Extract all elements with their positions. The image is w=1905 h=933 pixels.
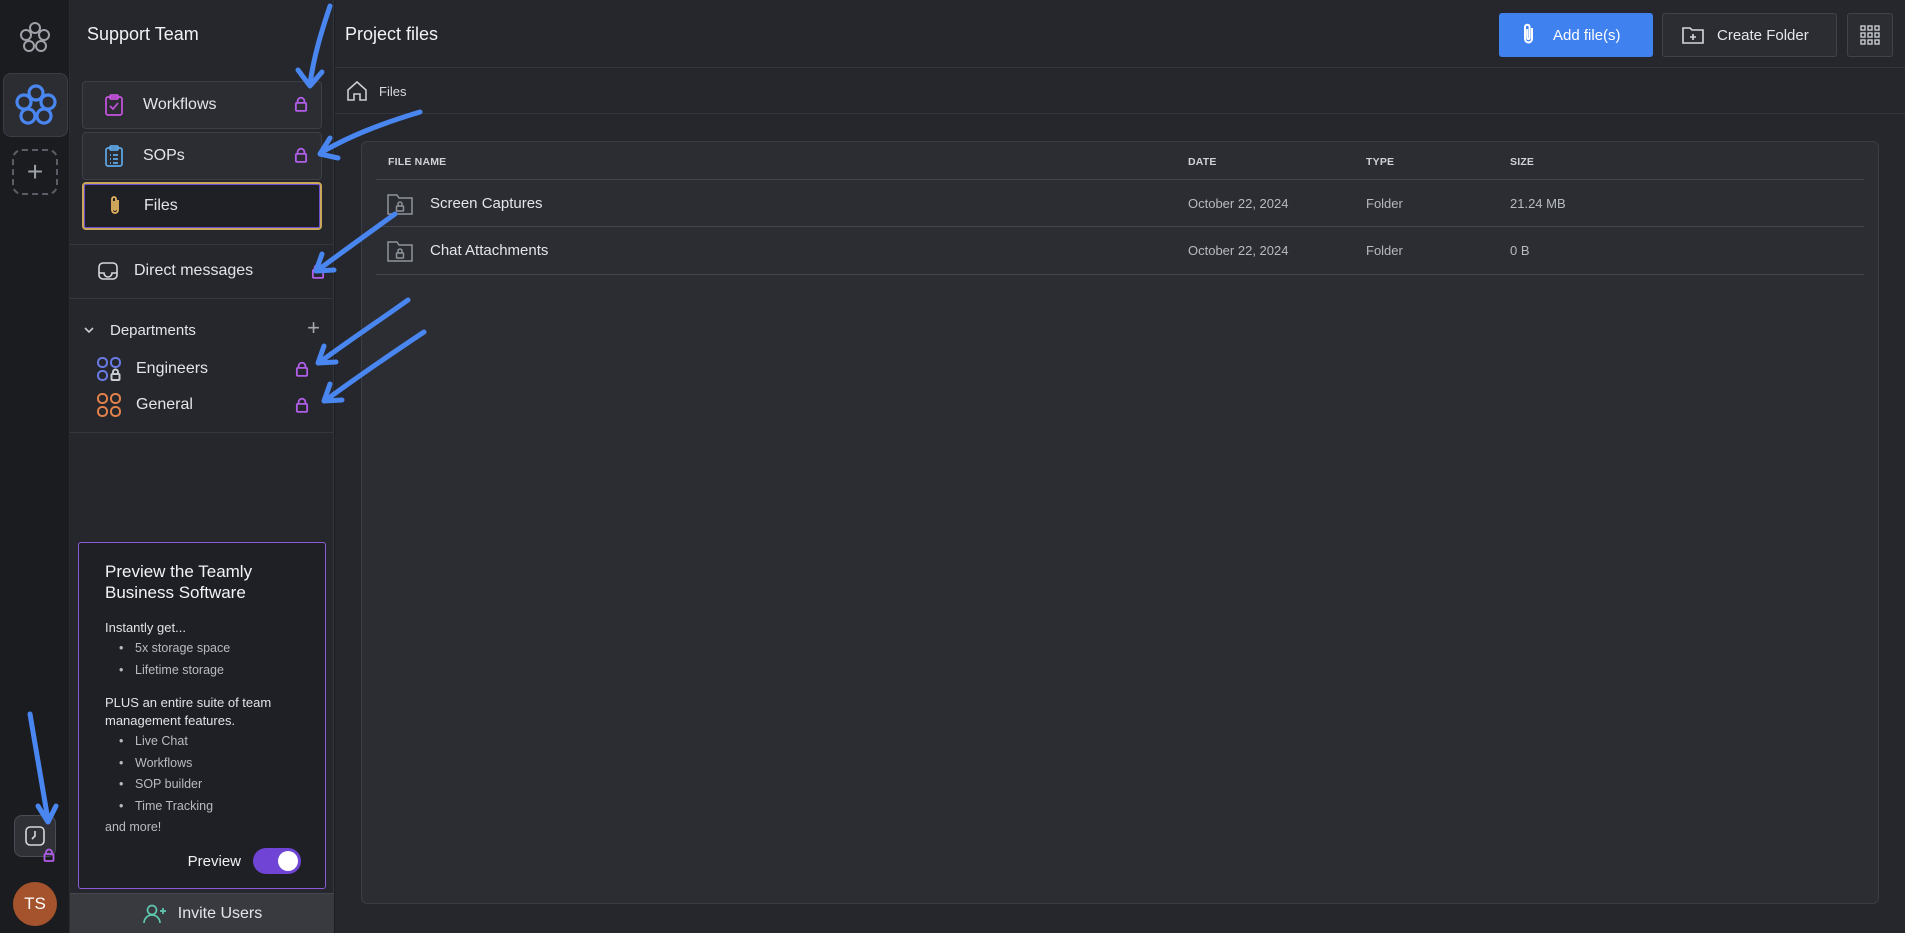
locked-folder-icon [387,241,413,262]
list-item: 5x storage space [105,641,305,663]
home-icon[interactable] [345,79,369,103]
direct-messages-label: Direct messages [134,262,254,279]
department-item-engineers[interactable]: Engineers [96,355,326,383]
preview-toggle[interactable] [253,848,301,874]
sidebar-item-label: Files [144,197,178,214]
app-logo-icon[interactable] [18,20,52,56]
promo-plus-text: PLUS an entire suite of team management … [105,695,272,728]
sidebar-item-direct-messages[interactable]: Direct messages [96,256,326,286]
file-date: October 22, 2024 [1188,243,1289,258]
paperclip-icon [1524,23,1533,44]
file-type: Folder [1366,243,1403,258]
divider [70,244,334,245]
lock-icon [294,147,308,163]
file-type: Folder [1366,196,1403,211]
file-name[interactable]: Screen Captures [430,195,543,212]
upgrade-promo-card: Preview the Teamly Business Software Ins… [78,542,326,889]
divider [70,432,334,433]
department-label: Engineers [136,360,209,377]
plus-icon: + [26,156,44,187]
breadcrumb: Files [345,77,406,105]
locked-folder-icon [387,194,413,215]
clipboard-check-icon [101,92,127,118]
list-item: SOP builder [105,777,305,799]
list-item: Workflows [105,756,305,778]
column-header-size[interactable]: SIZE [1510,156,1534,168]
add-team-button[interactable]: + [12,149,58,195]
column-header-type[interactable]: TYPE [1366,156,1394,168]
lock-icon [294,96,308,112]
table-header: FILE NAME DATE TYPE SIZE [362,142,1878,180]
lock-icon [311,263,325,279]
promo-more: and more! [105,820,162,834]
add-files-label: Add file(s) [1553,26,1621,44]
lock-icon [295,397,309,413]
group-lock-icon [97,357,121,381]
breadcrumb-item-files[interactable]: Files [379,84,406,99]
department-item-general[interactable]: General [96,391,326,419]
sidebar-item-workflows[interactable]: Workflows [82,81,322,129]
column-header-date[interactable]: DATE [1188,156,1217,168]
folder-plus-icon [1682,27,1704,44]
add-files-button[interactable]: Add file(s) [1499,13,1653,57]
department-label: General [136,396,193,413]
create-folder-label: Create Folder [1717,26,1809,44]
add-user-icon [142,904,166,923]
files-table: FILE NAME DATE TYPE SIZE Screen Captures… [361,141,1879,904]
clipboard-list-icon [101,143,127,169]
file-date: October 22, 2024 [1188,196,1289,211]
sidebar-item-label: SOPs [143,147,185,164]
preview-label: Preview [187,852,241,870]
lock-icon [43,848,55,862]
table-row[interactable]: Chat Attachments October 22, 2024 Folder… [362,227,1878,273]
paperclip-icon [102,193,128,219]
grid-icon [1860,25,1880,45]
page-title: Project files [345,24,439,44]
user-avatar[interactable]: TS [13,882,57,926]
add-department-icon[interactable]: + [307,315,320,341]
divider [70,298,334,299]
sidebar-item-label: Workflows [143,96,217,113]
avatar-initials: TS [24,894,46,913]
inbox-icon [98,262,118,280]
list-item: Live Chat [105,734,305,756]
chevron-down-icon[interactable] [82,323,96,337]
departments-header[interactable]: Departments + [82,315,322,342]
promo-features-list: Live Chat Workflows SOP builder Time Tra… [105,734,305,820]
create-folder-button[interactable]: Create Folder [1662,13,1837,57]
main-content: Project files Add file(s) Create Folder … [335,0,1905,933]
column-header-file-name[interactable]: FILE NAME [388,156,446,168]
grid-view-button[interactable] [1847,13,1893,57]
team-name: Support Team [87,24,199,44]
app-rail: + TS [0,0,70,933]
divider [376,274,1864,275]
invite-users-button[interactable]: Invite Users [70,893,334,933]
sidebar-item-files[interactable]: Files [82,182,322,230]
group-icon [97,393,121,417]
toggle-knob [278,851,298,871]
table-row[interactable]: Screen Captures October 22, 2024 Folder … [362,180,1878,226]
departments-label: Departments [110,321,196,339]
file-name[interactable]: Chat Attachments [430,242,548,259]
divider [335,113,1905,114]
preview-toggle-row: Preview [188,848,301,874]
lock-icon [295,361,309,377]
file-size: 0 B [1510,243,1530,258]
file-size: 21.24 MB [1510,196,1566,211]
promo-intro: Instantly get... [105,620,186,635]
list-item: Lifetime storage [105,663,305,685]
clock-icon [25,826,45,846]
sidebar-item-sops[interactable]: SOPs [82,132,322,180]
list-item: Time Tracking [105,799,305,821]
promo-benefits-list: 5x storage space Lifetime storage [105,641,305,684]
divider [335,67,1905,68]
promo-title: Preview the Teamly Business Software [105,562,253,602]
team-switcher-support[interactable] [3,73,68,137]
sidebar: Support Team Workflows SOPs Files Direct… [70,0,334,933]
invite-users-label: Invite Users [177,904,263,922]
